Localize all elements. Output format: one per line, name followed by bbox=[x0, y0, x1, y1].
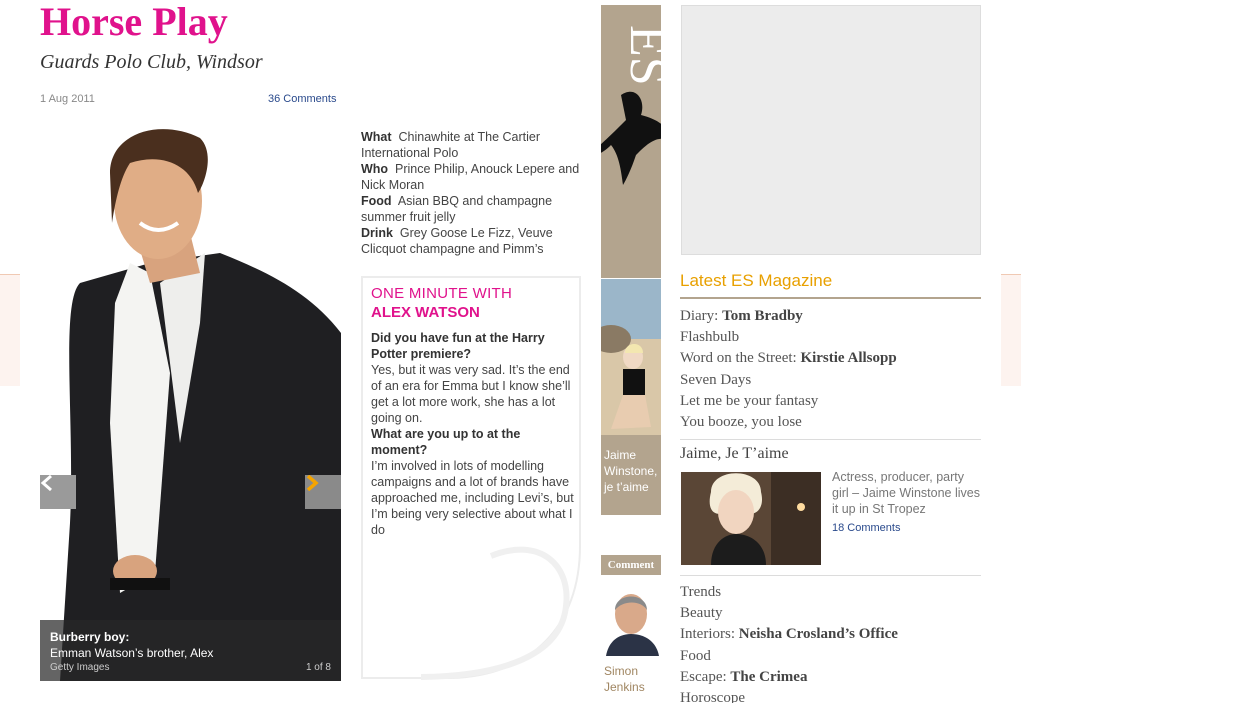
latest-link[interactable]: Food bbox=[680, 646, 981, 667]
feature-image[interactable] bbox=[681, 472, 821, 565]
feature-comments-link[interactable]: 18 Comments bbox=[832, 522, 900, 534]
feature-photo bbox=[681, 472, 821, 565]
advertisement-placeholder bbox=[681, 5, 981, 255]
comment-author-photo[interactable] bbox=[601, 584, 661, 656]
minute-heading-prefix: One minute with bbox=[371, 285, 513, 302]
gallery-prev-button[interactable] bbox=[40, 475, 76, 509]
latest-link[interactable]: Beauty bbox=[680, 603, 981, 624]
background-band-left bbox=[0, 274, 20, 386]
comment-author-name[interactable]: Simon Jenkins bbox=[604, 663, 664, 695]
latest-links-more: Trends Beauty Interiors: Neisha Crosland… bbox=[680, 582, 981, 703]
latest-link[interactable]: Trends bbox=[680, 582, 981, 603]
latest-link[interactable]: Word on the Street: Kirstie Allsopp bbox=[680, 348, 981, 369]
latest-link[interactable]: Diary: Tom Bradby bbox=[680, 306, 981, 327]
gallery-next-button[interactable] bbox=[305, 475, 341, 509]
one-minute-box: One minute with ALEX WATSON Did you have… bbox=[361, 276, 581, 680]
latest-magazine-heading: Latest ES Magazine bbox=[680, 271, 981, 299]
page-subtitle: Guards Polo Club, Windsor bbox=[40, 51, 263, 73]
latest-link[interactable]: You booze, you lose bbox=[680, 412, 981, 433]
fact-what: What Chinawhite at The Cartier Internati… bbox=[361, 130, 541, 160]
divider bbox=[680, 575, 981, 576]
interview: Did you have fun at the Harry Potter pre… bbox=[371, 330, 579, 538]
gallery-counter: 1 of 8 bbox=[305, 662, 331, 673]
page-title: Horse Play bbox=[40, 0, 228, 44]
feature-title[interactable]: Jaime, Je T’aime bbox=[680, 445, 789, 463]
gallery-caption: Burberry boy: Emman Watson’s brother, Al… bbox=[40, 620, 341, 681]
chevron-left-icon bbox=[40, 475, 52, 491]
answer: Yes, but it was very sad. It’s the end o… bbox=[371, 363, 571, 425]
latest-link[interactable]: Horoscope bbox=[680, 688, 981, 703]
photo-credit: Getty Images bbox=[50, 662, 110, 673]
photo-gallery: Burberry boy: Emman Watson’s brother, Al… bbox=[40, 123, 341, 681]
fact-drink: Drink Grey Goose Le Fizz, Veuve Clicquot… bbox=[361, 226, 553, 256]
minute-heading-name: ALEX WATSON bbox=[371, 304, 480, 321]
es-logo: ES bbox=[601, 25, 661, 185]
promo-photo-image bbox=[601, 279, 661, 435]
author-portrait bbox=[601, 584, 661, 656]
background-band-right bbox=[1001, 274, 1021, 386]
event-facts: What Chinawhite at The Cartier Internati… bbox=[361, 129, 581, 257]
caption-text: Emman Watson’s brother, Alex bbox=[50, 646, 214, 660]
question: Did you have fun at the Harry Potter pre… bbox=[371, 331, 545, 361]
latest-link[interactable]: Escape: The Crimea bbox=[680, 667, 981, 688]
latest-link[interactable]: Seven Days bbox=[680, 370, 981, 391]
fact-food: Food Asian BBQ and champagne summer frui… bbox=[361, 194, 553, 224]
fact-who: Who Prince Philip, Anouck Lepere and Nic… bbox=[361, 162, 580, 192]
chevron-right-icon bbox=[306, 475, 319, 491]
divider bbox=[680, 439, 981, 440]
feature-summary: Actress, producer, party girl – Jaime Wi… bbox=[832, 470, 980, 516]
comments-link[interactable]: 36 Comments bbox=[268, 93, 336, 105]
latest-link[interactable]: Flashbulb bbox=[680, 327, 981, 348]
latest-link[interactable]: Interiors: Neisha Crosland’s Office bbox=[680, 624, 981, 645]
es-magazine-banner[interactable]: ES bbox=[601, 5, 661, 278]
promo-caption[interactable]: Jaime Winstone, je t’aime bbox=[601, 435, 661, 515]
answer: I’m involved in lots of modelling campai… bbox=[371, 459, 574, 537]
question: What are you up to at the moment? bbox=[371, 427, 521, 457]
latest-link[interactable]: Let me be your fantasy bbox=[680, 391, 981, 412]
svg-text:ES: ES bbox=[619, 25, 661, 86]
promo-photo[interactable] bbox=[601, 279, 661, 435]
latest-links: Diary: Tom Bradby Flashbulb Word on the … bbox=[680, 306, 981, 433]
article-date: 1 Aug 2011 bbox=[40, 93, 95, 105]
gallery-photo bbox=[60, 129, 341, 681]
caption-title: Burberry boy: bbox=[50, 630, 130, 644]
comment-label: Comment bbox=[601, 555, 661, 575]
